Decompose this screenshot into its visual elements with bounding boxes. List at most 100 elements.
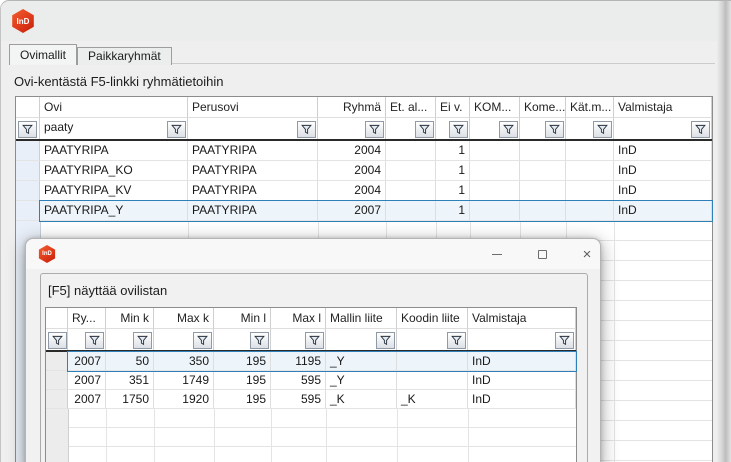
row-selector-cell[interactable]	[46, 352, 68, 371]
filter-button[interactable]	[447, 332, 466, 349]
grid-header-row: Ry... Min k Max k Min l Max l Mallin lii…	[46, 308, 576, 329]
cell	[386, 201, 436, 221]
column-header-perusovi[interactable]: Perusovi	[188, 97, 318, 118]
filter-cell-min-k[interactable]	[106, 329, 154, 350]
filter-button[interactable]	[18, 121, 37, 138]
filter-button[interactable]	[167, 121, 186, 138]
column-header-max-l[interactable]: Max l	[271, 308, 326, 329]
filter-button[interactable]	[545, 121, 564, 138]
filter-cell-selector[interactable]	[16, 118, 40, 139]
close-button[interactable]: ×	[572, 243, 602, 265]
filter-button[interactable]	[250, 332, 269, 349]
table-row[interactable]: PAATYRIPA_KV PAATYRIPA 2004 1 InD	[16, 181, 712, 201]
filter-button[interactable]	[593, 121, 612, 138]
table-row[interactable]: PAATYRIPA_KO PAATYRIPA 2004 1 InD	[16, 161, 712, 181]
row-selector-cell[interactable]	[16, 141, 40, 161]
cell: 1	[436, 141, 470, 161]
window-edge-scrollbar[interactable]	[717, 1, 731, 462]
filter-button[interactable]	[376, 332, 395, 349]
cell: 195	[214, 371, 271, 390]
column-header-et-al[interactable]: Et. al...	[386, 97, 436, 118]
filter-cell-ry[interactable]	[68, 329, 106, 350]
cell: InD	[614, 181, 712, 201]
filter-cell-kom[interactable]	[470, 118, 520, 139]
cell: PAATYRIPA_KO	[40, 161, 188, 181]
filter-cell-kat-m[interactable]	[566, 118, 614, 139]
filter-button[interactable]	[297, 121, 316, 138]
grid-filter-row: paaty	[16, 118, 712, 141]
minimize-button[interactable]	[482, 243, 512, 265]
filter-cell-kome[interactable]	[520, 118, 566, 139]
row-selector-header[interactable]	[16, 97, 40, 118]
row-selector-header[interactable]	[46, 308, 68, 329]
cell: 2007	[68, 371, 106, 390]
dialog-label: [F5] näyttää ovilistan	[48, 283, 167, 298]
column-header-ryhma[interactable]: Ryhmä	[318, 97, 386, 118]
row-selector-cell[interactable]	[46, 371, 68, 390]
filter-cell-et-al[interactable]	[386, 118, 436, 139]
dialog-titlebar[interactable]: InD ×	[26, 239, 600, 269]
filter-cell-max-l[interactable]	[271, 329, 326, 350]
cell: InD	[468, 371, 576, 390]
filter-button[interactable]	[133, 332, 152, 349]
filter-cell-min-l[interactable]	[214, 329, 271, 350]
filter-button[interactable]	[449, 121, 468, 138]
filter-cell-ovi[interactable]: paaty	[40, 118, 188, 139]
filter-cell-ei-v[interactable]	[436, 118, 470, 139]
cell: 2004	[318, 141, 386, 161]
cell: 595	[271, 390, 326, 409]
column-header-max-k[interactable]: Max k	[154, 308, 214, 329]
filter-button[interactable]	[499, 121, 518, 138]
column-header-ovi[interactable]: Ovi	[40, 97, 188, 118]
column-header-valmistaja[interactable]: Valmistaja	[468, 308, 576, 329]
filter-button[interactable]	[193, 332, 212, 349]
column-gridline	[271, 409, 272, 462]
column-gridline	[397, 409, 398, 462]
cell	[566, 201, 614, 221]
filter-cell-max-k[interactable]	[154, 329, 214, 350]
table-row[interactable]: PAATYRIPA PAATYRIPA 2004 1 InD	[16, 141, 712, 161]
filter-funnel-icon	[89, 335, 100, 346]
row-selector-cell[interactable]	[16, 201, 40, 221]
filter-button[interactable]	[555, 332, 574, 349]
column-header-ry[interactable]: Ry...	[68, 308, 106, 329]
table-row[interactable]: 2007 1750 1920 195 595 _K _K InD	[46, 390, 576, 409]
filter-cell-perusovi[interactable]	[188, 118, 318, 139]
tab-ovimallit[interactable]: Ovimallit	[9, 44, 77, 65]
column-header-kome[interactable]: Kome...	[520, 97, 566, 118]
cell: 1195	[271, 352, 326, 371]
filter-button[interactable]	[48, 332, 67, 349]
filter-cell-valmistaja[interactable]	[468, 329, 576, 350]
row-selector-cell[interactable]	[16, 181, 40, 201]
filter-cell-selector[interactable]	[46, 329, 68, 350]
column-header-min-l[interactable]: Min l	[214, 308, 271, 329]
filter-cell-koodin-liite[interactable]	[397, 329, 468, 350]
table-row[interactable]: 2007 351 1749 195 595 _Y InD	[46, 371, 576, 390]
column-header-ei-v[interactable]: Ei v.	[436, 97, 470, 118]
table-row-selected[interactable]: PAATYRIPA_Y PAATYRIPA 2007 1 InD	[16, 201, 712, 221]
table-row-selected[interactable]: 2007 50 350 195 1195 _Y InD	[46, 352, 576, 371]
cell: 195	[214, 352, 271, 371]
column-header-mallin-liite[interactable]: Mallin liite	[326, 308, 397, 329]
column-header-min-k[interactable]: Min k	[106, 308, 154, 329]
main-titlebar[interactable]: InD	[1, 1, 731, 41]
column-header-kat-m[interactable]: Kät.m...	[566, 97, 614, 118]
column-header-valmistaja[interactable]: Valmistaja	[614, 97, 712, 118]
filter-cell-valmistaja[interactable]	[614, 118, 712, 139]
ovi-filter-value[interactable]: paaty	[44, 120, 73, 134]
filter-button[interactable]	[415, 121, 434, 138]
tab-paikkaryhmat[interactable]: Paikkaryhmät	[77, 47, 172, 65]
filter-cell-mallin-liite[interactable]	[326, 329, 397, 350]
filter-button[interactable]	[691, 121, 710, 138]
cell	[520, 161, 566, 181]
filter-button[interactable]	[85, 332, 104, 349]
maximize-button[interactable]	[527, 243, 557, 265]
column-header-koodin-liite[interactable]: Koodin liite	[397, 308, 468, 329]
row-selector-cell[interactable]	[16, 161, 40, 181]
column-header-kom[interactable]: KOM...	[470, 97, 520, 118]
filter-cell-ryhma[interactable]	[318, 118, 386, 139]
filter-button[interactable]	[305, 332, 324, 349]
filter-button[interactable]	[365, 121, 384, 138]
row-selector-cell[interactable]	[46, 390, 68, 409]
filter-funnel-icon	[52, 335, 63, 346]
